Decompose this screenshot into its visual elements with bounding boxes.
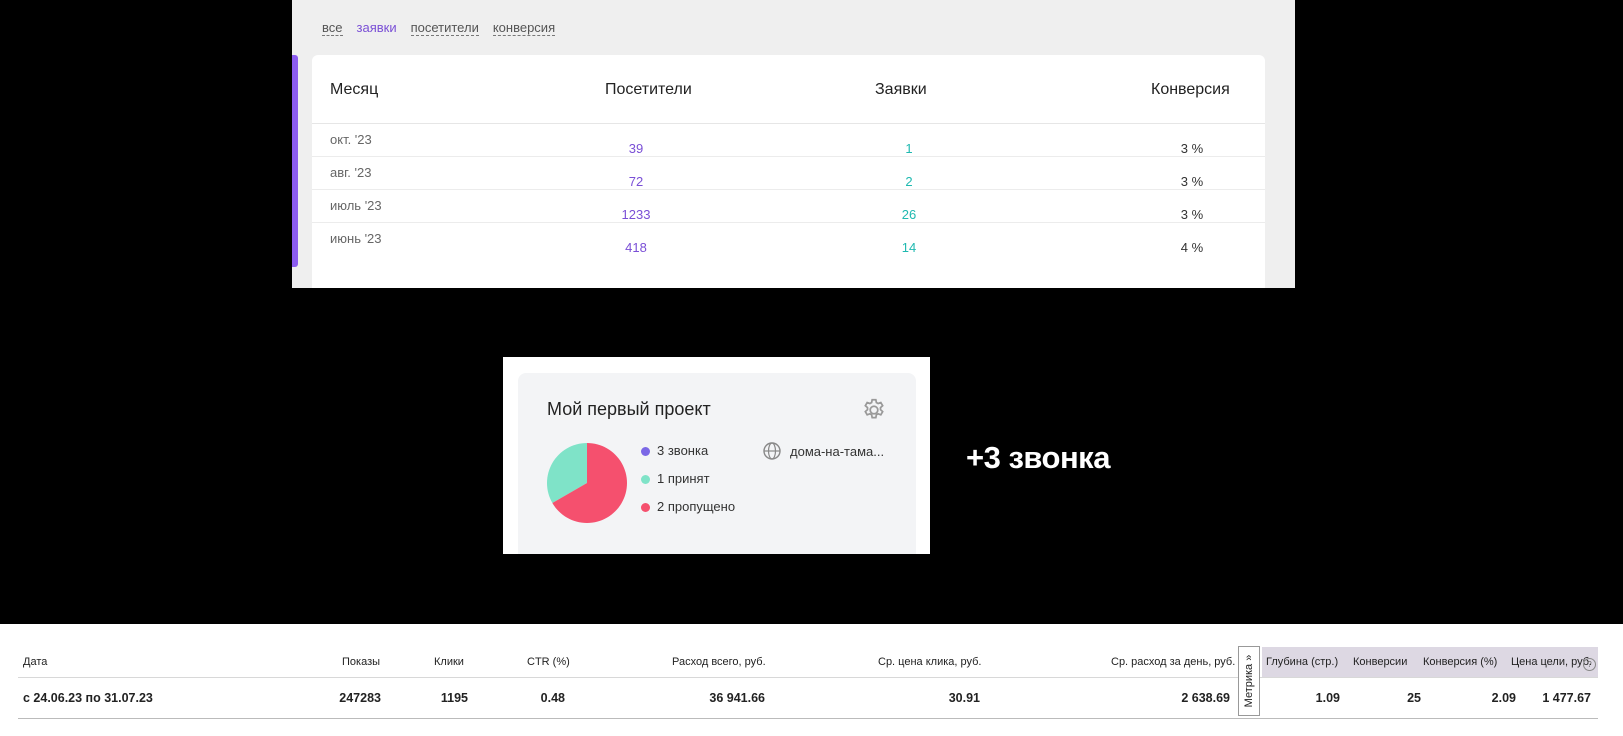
site-name: дома-на-тама... bbox=[790, 443, 885, 459]
legend-label: 1 принят bbox=[657, 471, 710, 486]
header-impressions[interactable]: Показы bbox=[342, 656, 380, 668]
filter-tabs: все заявки посетители конверсия bbox=[322, 20, 556, 36]
cell-depth: 1.09 bbox=[1315, 691, 1340, 705]
cell-clicks: 1195 bbox=[440, 691, 468, 705]
legend-item: 1 принят bbox=[641, 471, 735, 499]
header-conversion[interactable]: Конверсия bbox=[1151, 81, 1230, 99]
legend-item: 3 звонка bbox=[641, 443, 735, 471]
cell-month: июнь '23 bbox=[330, 231, 382, 246]
cell-month: авг. '23 bbox=[330, 165, 372, 180]
cell-conversion: 3 % bbox=[1180, 174, 1204, 189]
accent-bar bbox=[292, 55, 298, 267]
site-link[interactable]: дома-на-тама... bbox=[762, 441, 884, 461]
header-spend[interactable]: Расход всего, руб. bbox=[672, 656, 766, 668]
cell-daily: 2 638.69 bbox=[1181, 691, 1230, 705]
project-title: Мой первый проект bbox=[547, 399, 711, 419]
globe-icon bbox=[763, 442, 781, 460]
filter-all[interactable]: все bbox=[322, 20, 343, 36]
cell-visitors[interactable]: 1233 bbox=[622, 207, 651, 222]
filter-conversion[interactable]: конверсия bbox=[492, 20, 556, 36]
monthly-table: Месяц Посетители Заявки Конверсия окт. '… bbox=[312, 55, 1265, 288]
cell-visitors[interactable]: 72 bbox=[629, 174, 643, 189]
table-row: июль '23 1233 26 3 % bbox=[312, 189, 1265, 223]
cell-date: с 24.06.23 по 31.07.23 bbox=[23, 691, 153, 705]
legend-label: 2 пропущено bbox=[657, 499, 736, 514]
header-goal-price[interactable]: Цена цели, руб. bbox=[1511, 656, 1592, 668]
table-header: Месяц Посетители Заявки Конверсия bbox=[312, 55, 1265, 124]
table-row: авг. '23 72 2 3 % bbox=[312, 156, 1265, 190]
header-date[interactable]: Дата bbox=[23, 656, 47, 668]
cell-visitors[interactable]: 39 bbox=[629, 141, 643, 156]
project-screenshot: Мой первый проект 3 звонка 1 принят 2 пр… bbox=[503, 357, 930, 554]
calls-legend: 3 звонка 1 принят 2 пропущено bbox=[641, 443, 735, 527]
cell-visitors[interactable]: 418 bbox=[625, 240, 647, 255]
legend-dot bbox=[641, 475, 650, 484]
cell-month: июль '23 bbox=[330, 198, 382, 213]
cell-conversions: 25 bbox=[1407, 691, 1421, 705]
help-icon[interactable]: ? bbox=[1583, 658, 1596, 671]
cell-conv-rate: 2.09 bbox=[1491, 691, 1516, 705]
calls-pie-chart bbox=[547, 443, 627, 523]
table-row: окт. '23 39 1 3 % bbox=[312, 123, 1265, 157]
stats-panel: Дата Показы Клики CTR (%) Расход всего, … bbox=[0, 624, 1623, 736]
cell-applications[interactable]: 26 bbox=[902, 207, 916, 222]
cell-cpc: 30.91 bbox=[948, 691, 980, 705]
report-panel: все заявки посетители конверсия Месяц По… bbox=[292, 0, 1295, 288]
cell-applications[interactable]: 1 bbox=[905, 141, 912, 156]
legend-dot bbox=[641, 447, 650, 456]
header-conversions[interactable]: Конверсии bbox=[1353, 656, 1407, 668]
header-visitors[interactable]: Посетители bbox=[605, 81, 692, 99]
stats-row: с 24.06.23 по 31.07.23 247283 1195 0.48 … bbox=[18, 677, 1598, 719]
header-clicks[interactable]: Клики bbox=[434, 656, 464, 668]
header-month[interactable]: Месяц bbox=[330, 81, 378, 99]
header-cpc[interactable]: Ср. цена клика, руб. bbox=[878, 656, 981, 668]
cell-conversion: 3 % bbox=[1180, 207, 1204, 222]
legend-dot bbox=[641, 503, 650, 512]
header-ctr[interactable]: CTR (%) bbox=[527, 656, 570, 668]
cell-impressions: 247283 bbox=[339, 691, 381, 705]
cell-applications[interactable]: 2 bbox=[905, 174, 912, 189]
cell-applications[interactable]: 14 bbox=[902, 240, 916, 255]
project-card[interactable]: Мой первый проект 3 звонка 1 принят 2 пр… bbox=[518, 373, 916, 554]
filter-visitors[interactable]: посетители bbox=[410, 20, 479, 36]
cell-goal-price: 1 477.67 bbox=[1542, 691, 1591, 705]
cell-conversion: 3 % bbox=[1180, 141, 1204, 156]
calls-headline: +3 звонка bbox=[966, 440, 1110, 475]
stats-header: Дата Показы Клики CTR (%) Расход всего, … bbox=[18, 645, 1598, 678]
cell-month: окт. '23 bbox=[330, 132, 372, 147]
table-row: июнь '23 418 14 4 % bbox=[312, 222, 1265, 255]
header-depth[interactable]: Глубина (стр.) bbox=[1266, 656, 1338, 668]
cell-conversion: 4 % bbox=[1180, 240, 1204, 255]
header-conv-rate[interactable]: Конверсия (%) bbox=[1423, 656, 1497, 668]
cell-ctr: 0.48 bbox=[540, 691, 565, 705]
filter-applications[interactable]: заявки bbox=[357, 20, 397, 36]
legend-item: 2 пропущено bbox=[641, 499, 735, 527]
header-applications[interactable]: Заявки bbox=[875, 81, 927, 99]
header-daily[interactable]: Ср. расход за день, руб. bbox=[1111, 656, 1235, 668]
legend-label: 3 звонка bbox=[657, 443, 709, 458]
cell-spend: 36 941.66 bbox=[709, 691, 765, 705]
gear-icon[interactable] bbox=[861, 397, 887, 423]
